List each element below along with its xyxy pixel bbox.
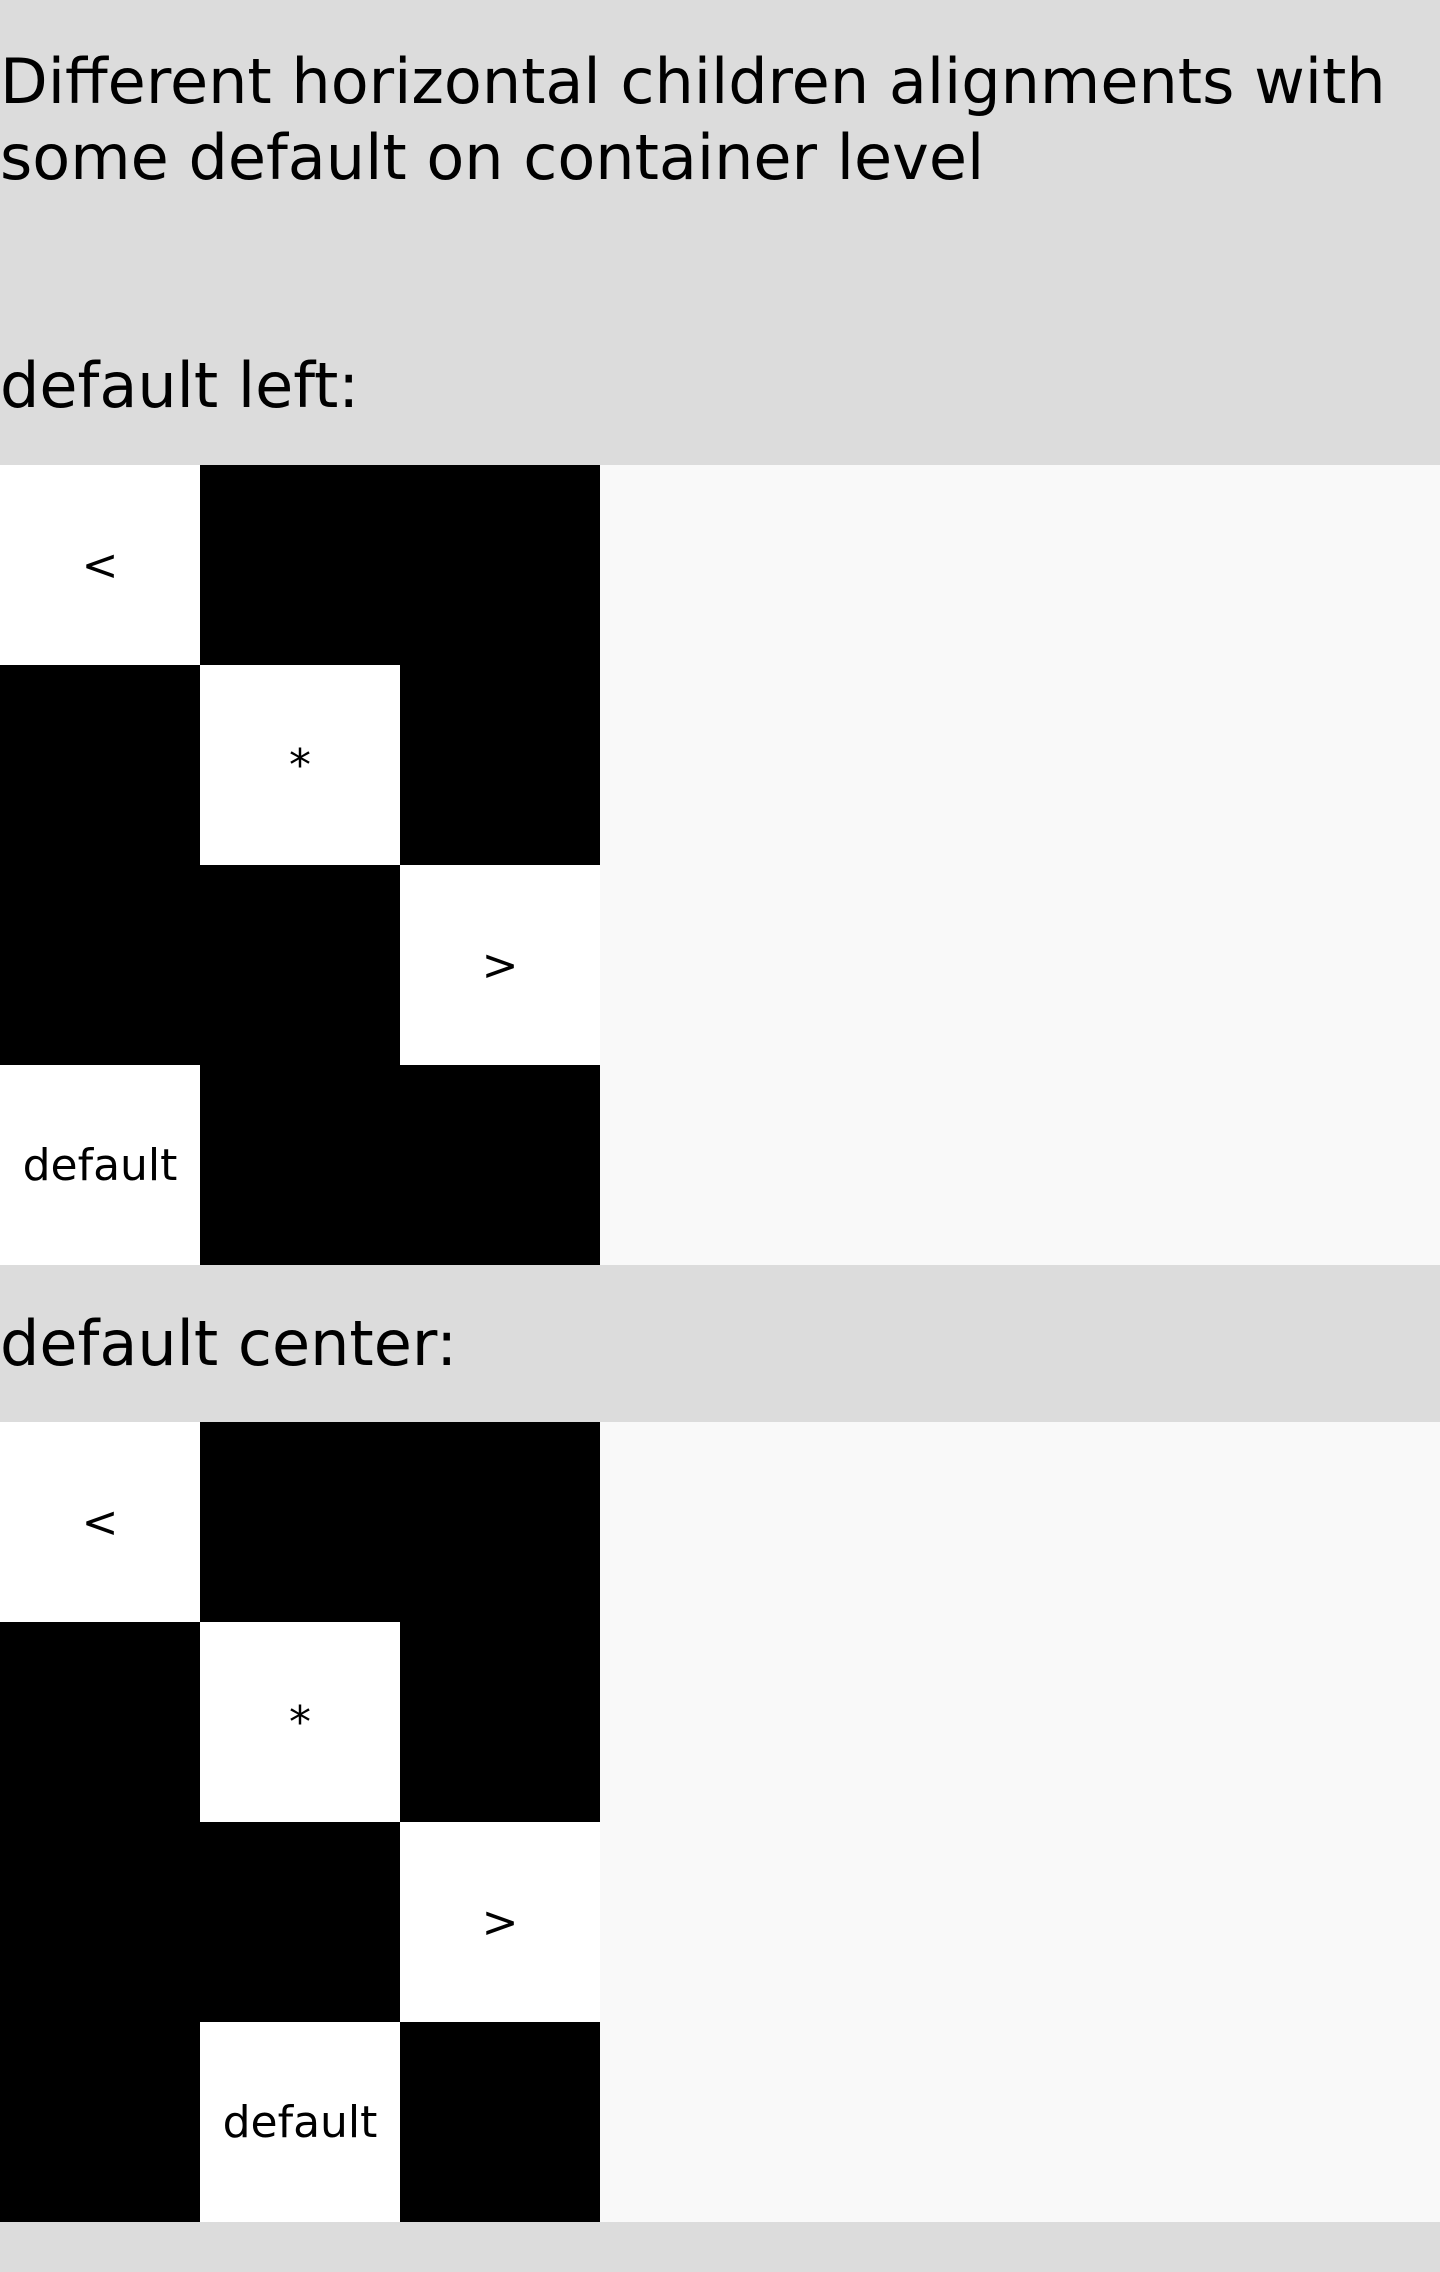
cell-align-center: * bbox=[200, 665, 400, 865]
alignment-container-default-center: < * > default bbox=[0, 1422, 1440, 2222]
row-align-left: < bbox=[0, 465, 600, 665]
section-label-default-left: default left: bbox=[0, 349, 360, 422]
cell-align-center: * bbox=[200, 1622, 400, 1822]
cell-align-right: > bbox=[400, 865, 600, 1065]
row-align-left: < bbox=[0, 1422, 600, 1622]
page-title: Different horizontal children alignments… bbox=[0, 45, 1386, 194]
row-align-center: * bbox=[0, 665, 600, 865]
section-label-default-center: default center: bbox=[0, 1307, 458, 1380]
cell-align-right: > bbox=[400, 1822, 600, 2022]
alignment-container-default-left: < * > default bbox=[0, 465, 1440, 1265]
cell-align-default: default bbox=[0, 1065, 200, 1265]
row-align-center: * bbox=[0, 1622, 600, 1822]
cell-align-left: < bbox=[0, 1422, 200, 1622]
row-align-right: > bbox=[0, 865, 600, 1065]
cell-align-left: < bbox=[0, 465, 200, 665]
cell-align-default: default bbox=[200, 2022, 400, 2222]
row-align-default: default bbox=[0, 2022, 600, 2222]
row-align-right: > bbox=[0, 1822, 600, 2022]
row-align-default: default bbox=[0, 1065, 600, 1265]
